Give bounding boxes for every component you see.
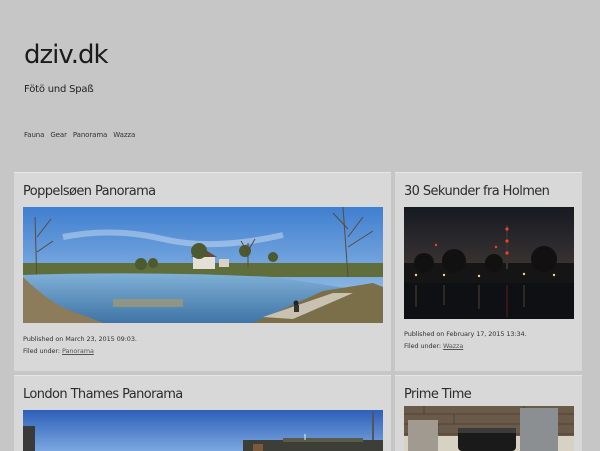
site-tagline: Fötö und Spaß <box>24 84 94 95</box>
post-photo[interactable] <box>404 406 574 451</box>
category-link[interactable]: Wazza <box>443 342 463 350</box>
camera-lens-image <box>404 406 574 451</box>
thames-panorama-image <box>23 410 383 451</box>
post-photo[interactable] <box>23 410 383 451</box>
nav-link-fauna[interactable]: Fauna <box>24 131 44 139</box>
published-label: Published on <box>404 330 445 338</box>
filed-under-label: Filed under: <box>23 347 60 355</box>
nav-link-panorama[interactable]: Panorama <box>73 131 108 139</box>
post-title[interactable]: London Thames Panorama <box>23 387 183 402</box>
nav-link-wazza[interactable]: Wazza <box>113 131 135 139</box>
post-card: London Thames Panorama <box>14 375 391 451</box>
post-meta: Published on February 17, 2015 13:34. Fi… <box>404 328 527 352</box>
post-title[interactable]: Poppelsøen Panorama <box>23 184 156 199</box>
published-label: Published on <box>23 335 64 343</box>
site-title[interactable]: dziv.dk <box>24 40 109 70</box>
category-link[interactable]: Panorama <box>62 347 94 355</box>
post-card: Poppelsøen Panorama Published on March 2… <box>14 172 391 371</box>
post-title[interactable]: Prime Time <box>404 387 472 402</box>
nav-link-gear[interactable]: Gear <box>50 131 67 139</box>
category-nav: Fauna Gear Panorama Wazza <box>24 131 135 139</box>
panorama-lake-image <box>23 207 383 323</box>
post-photo[interactable] <box>404 207 574 319</box>
post-title[interactable]: 30 Sekunder fra Holmen <box>404 184 550 199</box>
filed-under-label: Filed under: <box>404 342 441 350</box>
post-card: Prime Time <box>395 375 582 451</box>
published-date: March 23, 2015 09:03. <box>65 335 137 343</box>
night-harbour-image <box>404 207 574 319</box>
published-date: February 17, 2015 13:34. <box>446 330 527 338</box>
post-card: 30 Sekunder fra Holmen Published on Febr… <box>395 172 582 371</box>
post-photo[interactable] <box>23 207 383 323</box>
post-meta: Published on March 23, 2015 09:03. Filed… <box>23 333 137 357</box>
